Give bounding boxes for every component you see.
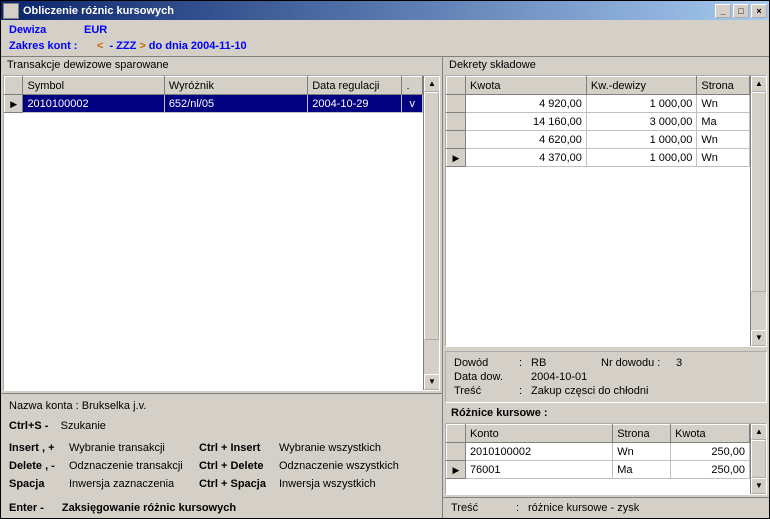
range-label: Zakres kont : — [9, 40, 91, 52]
hotkey-key: Enter - — [9, 502, 44, 514]
col-kwdewizy[interactable]: Kw.-dewizy — [586, 77, 696, 95]
hotkey-desc: Odznaczenie wszystkich — [279, 460, 419, 472]
currency-value: EUR — [84, 24, 107, 36]
meta-value: Zakup częsci do chłodni — [531, 385, 758, 397]
hotkey-key: Ctrl + Insert — [199, 442, 279, 454]
col-flag[interactable]: . — [402, 77, 423, 95]
differences-grid[interactable]: Konto Strona Kwota 2010100002Wn250,00 ▶7… — [445, 423, 767, 495]
transactions-label: Transakcje dewizowe sparowane — [1, 57, 442, 73]
close-button[interactable]: × — [751, 4, 767, 18]
window-title: Obliczenie różnic kursowych — [23, 5, 715, 17]
meta-label: Treść — [454, 385, 519, 397]
col-wyroznik[interactable]: Wyróżnik — [164, 77, 307, 95]
meta-label: Data dow. — [454, 371, 519, 383]
meta-label: Dowód — [454, 357, 519, 369]
hotkey-desc: Wybranie wszystkich — [279, 442, 419, 454]
app-icon — [3, 3, 19, 19]
footer-value: różnice kursowe - zysk — [528, 502, 639, 514]
range-value: - ZZZ — [109, 40, 136, 52]
col-strona[interactable]: Strona — [613, 425, 671, 443]
cell-data: 2004-10-29 — [308, 95, 402, 113]
hotkey-key: Ctrl + Spacja — [199, 478, 279, 490]
meta-label: Nr dowodu : — [601, 357, 676, 369]
hotkey-key: Insert , + — [9, 442, 69, 454]
scroll-up-icon[interactable]: ▲ — [751, 76, 767, 92]
table-row[interactable]: 4 620,001 000,00Wn — [447, 131, 750, 149]
hotkey-desc: Wybranie transakcji — [69, 442, 199, 454]
cell-flag: v — [402, 95, 423, 113]
row-header-col — [447, 77, 466, 95]
meta-value: RB — [531, 357, 601, 369]
account-name: Nazwa konta : Brukselka j.v. — [9, 398, 434, 414]
hotkey-desc: Inwersja wszystkich — [279, 478, 419, 490]
hotkey-key: Spacja — [9, 478, 69, 490]
hotkey-desc: Szukanie — [61, 420, 106, 432]
row-marker-icon: ▶ — [453, 153, 460, 163]
scroll-up-icon[interactable]: ▲ — [751, 424, 767, 440]
row-marker-icon: ▶ — [10, 99, 17, 109]
footer-label: Treść — [451, 502, 516, 514]
footer-row: Treść : różnice kursowe - zysk — [443, 497, 769, 518]
scroll-thumb[interactable] — [751, 92, 766, 292]
meta-value: 3 — [676, 357, 682, 369]
hotkey-key: Delete , - — [9, 460, 69, 472]
decrees-grid[interactable]: Kwota Kw.-dewizy Strona 4 920,001 000,00… — [445, 75, 767, 347]
scroll-thumb[interactable] — [424, 92, 439, 340]
col-strona[interactable]: Strona — [697, 77, 750, 95]
meta-box: Dowód : RB Nr dowodu : 3 Data dow. 2004-… — [445, 351, 767, 403]
meta-value: 2004-10-01 — [531, 371, 758, 383]
hotkey-key: Ctrl + Delete — [199, 460, 279, 472]
scroll-down-icon[interactable]: ▼ — [424, 374, 440, 390]
table-row[interactable]: 4 920,001 000,00Wn — [447, 95, 750, 113]
scroll-thumb[interactable] — [751, 440, 766, 478]
row-header-col — [447, 425, 466, 443]
col-kwota[interactable]: Kwota — [465, 77, 586, 95]
col-kwota[interactable]: Kwota — [671, 425, 750, 443]
table-row[interactable]: 14 160,003 000,00Ma — [447, 113, 750, 131]
scroll-down-icon[interactable]: ▼ — [751, 330, 767, 346]
currency-label: Dewiza — [9, 24, 84, 36]
chevron-right-icon: > — [139, 40, 145, 52]
titlebar: Obliczenie różnic kursowych _ □ × — [1, 1, 769, 20]
scroll-up-icon[interactable]: ▲ — [424, 76, 440, 92]
account-section: Nazwa konta : Brukselka j.v. Ctrl+S - Sz… — [1, 393, 442, 518]
col-data[interactable]: Data regulacji — [308, 77, 402, 95]
col-konto[interactable]: Konto — [465, 425, 612, 443]
transactions-grid[interactable]: Symbol Wyróżnik Data regulacji . ▶ 20101… — [3, 75, 440, 391]
differences-label: Różnice kursowe : — [443, 405, 769, 421]
scrollbar[interactable]: ▲ ▼ — [423, 76, 439, 390]
hotkey-desc: Inwersja zaznaczenia — [69, 478, 199, 490]
decrees-label: Dekrety składowe — [443, 57, 769, 73]
scroll-down-icon[interactable]: ▼ — [751, 478, 767, 494]
table-row[interactable]: ▶ 2010100002 652/nl/05 2004-10-29 v — [5, 95, 423, 113]
minimize-button[interactable]: _ — [715, 4, 731, 18]
cell-wyroznik: 652/nl/05 — [164, 95, 307, 113]
hotkey-key: Ctrl+S - — [9, 420, 48, 432]
scrollbar[interactable]: ▲ ▼ — [750, 424, 766, 494]
table-row[interactable]: ▶4 370,001 000,00Wn — [447, 149, 750, 167]
cell-symbol: 2010100002 — [23, 95, 164, 113]
col-symbol[interactable]: Symbol — [23, 77, 164, 95]
hotkey-desc: Odznaczenie transakcji — [69, 460, 199, 472]
scrollbar[interactable]: ▲ ▼ — [750, 76, 766, 346]
table-row[interactable]: ▶76001Ma250,00 — [447, 461, 750, 479]
range-prev-icon[interactable]: < — [97, 40, 103, 52]
until-label: do dnia 2004-11-10 — [149, 40, 247, 52]
header-info: Dewiza EUR Zakres kont : < - ZZZ > do dn… — [1, 20, 769, 57]
row-header-col — [5, 77, 23, 95]
table-row[interactable]: 2010100002Wn250,00 — [447, 443, 750, 461]
hotkey-desc: Zaksięgowanie różnic kursowych — [62, 502, 236, 514]
maximize-button[interactable]: □ — [733, 4, 749, 18]
row-marker-icon: ▶ — [453, 465, 460, 475]
